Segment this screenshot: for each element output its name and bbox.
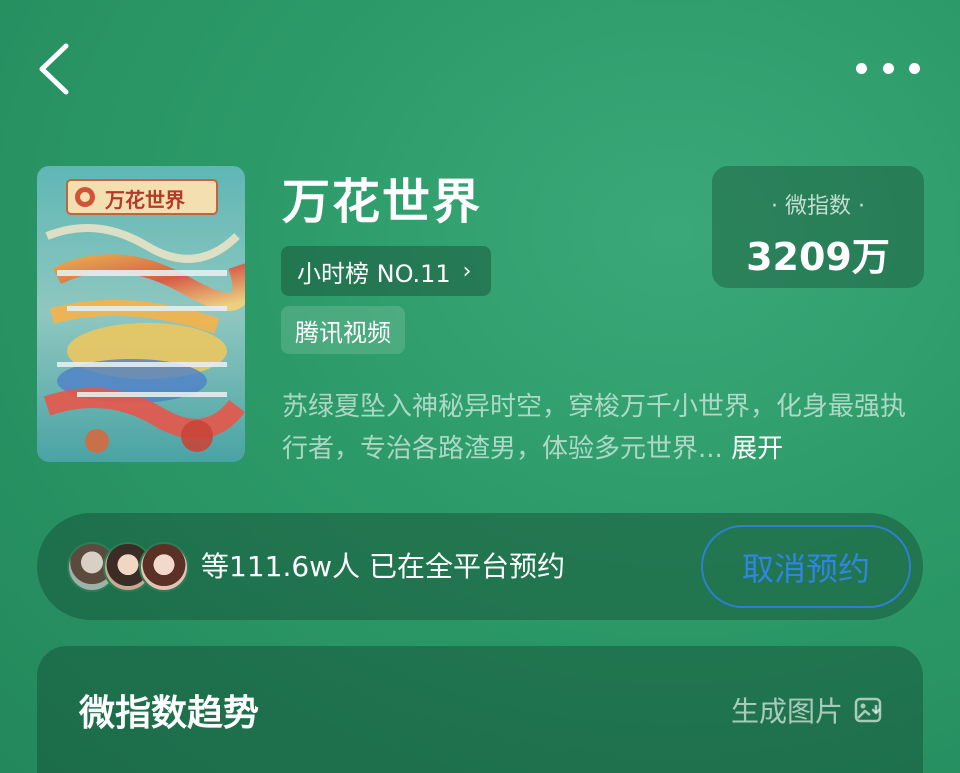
micro-index-trend-card: 微指数趋势 生成图片	[37, 646, 923, 773]
micro-index-value: 3209万	[746, 235, 890, 279]
rank-label: 小时榜 NO.11	[297, 259, 451, 288]
poster-logo-text: 万花世界	[105, 188, 185, 212]
more-dot	[882, 62, 894, 74]
micro-index-label: · 微指数 ·	[771, 194, 865, 219]
expand-link[interactable]: 展开	[731, 434, 783, 464]
platform-chip: 腾讯视频	[281, 306, 405, 354]
generate-image-label: 生成图片	[730, 695, 843, 728]
chevron-right-icon: ›	[462, 258, 472, 284]
top-bar	[0, 0, 960, 140]
show-title: 万花世界	[282, 174, 483, 230]
description-text: 苏绿夏坠入神秘异时空，穿梭万千小世界，化身最强执行者，专治各路渣男，体验多元世界…	[282, 392, 907, 464]
image-export-icon	[854, 697, 882, 723]
rank-chip[interactable]: 小时榜 NO.11 ›	[281, 246, 492, 296]
more-button[interactable]	[856, 58, 920, 78]
avatar	[139, 542, 189, 592]
reservation-bar: 等111.6w人 已在全平台预约 取消预约	[37, 513, 923, 620]
reservation-count-text: 等111.6w人 已在全平台预约	[201, 550, 565, 583]
platform-label: 腾讯视频	[295, 318, 391, 347]
avatar-group	[67, 542, 189, 592]
chevron-left-icon	[39, 43, 69, 95]
more-dot	[909, 62, 920, 74]
show-description: 苏绿夏坠入神秘异时空，穿梭万千小世界，化身最强执行者，专治各路渣男，体验多元世界…	[282, 386, 922, 470]
more-dot	[856, 62, 867, 74]
show-poster[interactable]: 万花世界	[37, 166, 245, 462]
trend-title: 微指数趋势	[79, 693, 260, 734]
generate-image-button[interactable]: 生成图片	[731, 690, 883, 730]
cancel-reservation-button[interactable]: 取消预约	[701, 525, 911, 608]
back-button[interactable]	[30, 40, 76, 98]
micro-index-card: · 微指数 · 3209万	[712, 166, 924, 288]
